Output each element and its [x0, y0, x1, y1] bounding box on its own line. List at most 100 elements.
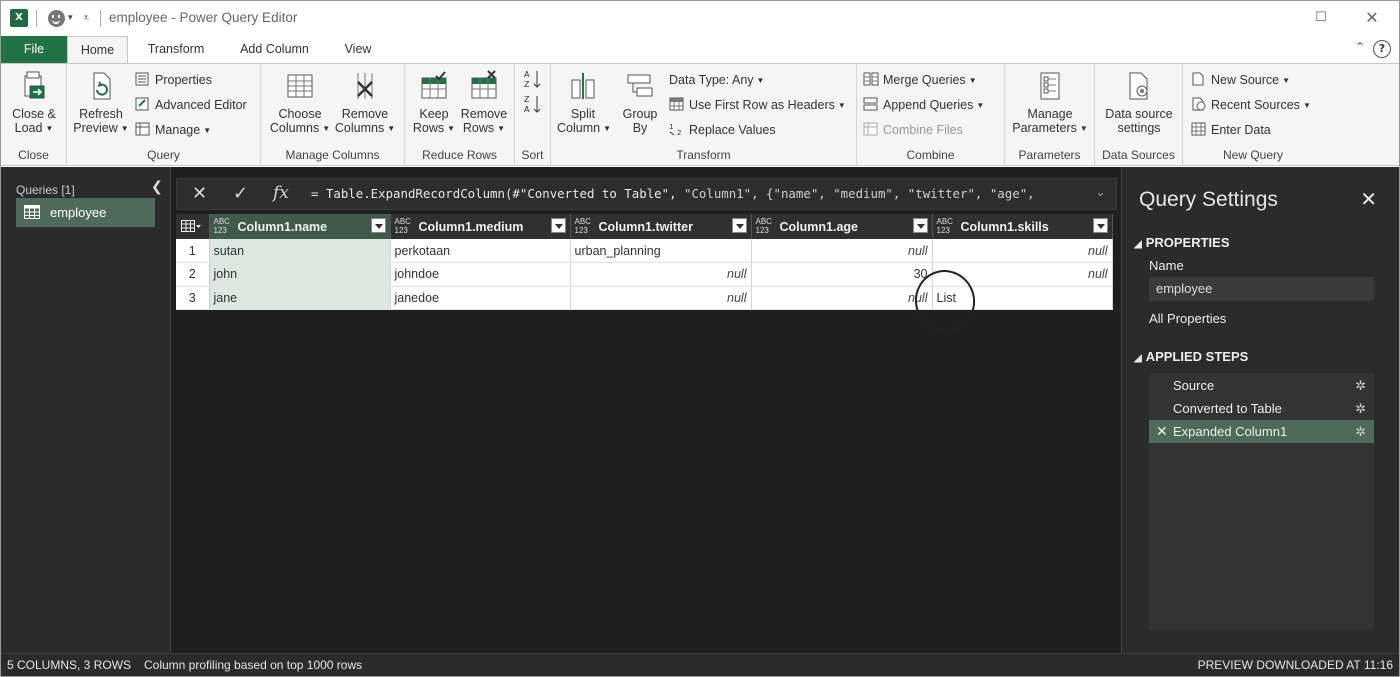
commit-formula-icon[interactable]: ✓ — [233, 183, 248, 204]
advanced-editor-button[interactable]: Advanced Editor — [135, 95, 247, 115]
delete-step-icon[interactable]: ✕ — [1156, 420, 1168, 443]
merge-queries-button[interactable]: Merge Queries ▼ — [863, 70, 977, 90]
table-cell[interactable]: johndoe — [390, 262, 571, 287]
remove-columns-button[interactable]: Remove Columns ▼ — [333, 70, 397, 136]
table-cell[interactable]: sutan — [209, 239, 391, 263]
group-label-combine: Combine — [906, 148, 955, 162]
new-source-button[interactable]: New Source ▼ — [1191, 70, 1290, 90]
query-name-input[interactable]: employee — [1149, 277, 1374, 301]
table-cell[interactable]: null — [751, 239, 933, 263]
row-number[interactable]: 1 — [176, 239, 210, 263]
enter-data-button[interactable]: Enter Data — [1191, 120, 1271, 140]
filter-dropdown-icon[interactable] — [912, 218, 928, 233]
close-load-button[interactable]: Close & Load ▼ — [7, 70, 61, 136]
fx-icon[interactable]: fx — [273, 183, 289, 203]
tab-home[interactable]: Home — [67, 36, 128, 64]
maximize-icon[interactable]: ☐ — [1309, 7, 1333, 29]
combine-files-button[interactable]: Combine Files — [863, 120, 963, 140]
close-window-icon[interactable]: ✕ — [1360, 7, 1384, 29]
step-expanded-column1[interactable]: ✕ Expanded Column1 ✲ — [1149, 420, 1374, 443]
table-cell[interactable]: null — [570, 286, 752, 310]
tab-file[interactable]: File — [1, 36, 67, 63]
cancel-formula-icon[interactable]: ✕ — [192, 183, 207, 204]
formula-input[interactable]: = Table.ExpandRecordColumn(#"Converted t… — [311, 186, 1035, 201]
table-cell[interactable]: janedoe — [390, 286, 571, 310]
svg-text:Z: Z — [524, 80, 530, 89]
filter-dropdown-icon[interactable] — [550, 218, 566, 233]
chevron-down-icon[interactable]: ▾ — [68, 13, 73, 23]
table-cell[interactable]: jane — [209, 286, 391, 310]
table-cell[interactable]: 30 — [751, 262, 933, 287]
table-menu-corner[interactable] — [176, 214, 210, 239]
filter-dropdown-icon[interactable] — [731, 218, 747, 233]
step-converted-to-table[interactable]: Converted to Table ✲ — [1149, 397, 1374, 420]
excel-icon[interactable]: X — [10, 9, 28, 27]
append-queries-button[interactable]: Append Queries ▼ — [863, 95, 984, 115]
table-cell[interactable]: john — [209, 262, 391, 287]
keep-rows-button[interactable]: Keep Rows ▼ — [411, 70, 457, 136]
table-cell[interactable]: null — [932, 239, 1113, 263]
gear-icon[interactable]: ✲ — [1355, 420, 1366, 443]
applied-steps-section-header[interactable]: ◢ APPLIED STEPS — [1134, 349, 1248, 364]
group-by-icon — [627, 74, 653, 97]
status-profiling[interactable]: Column profiling based on top 1000 rows — [144, 654, 362, 676]
table-cell[interactable]: urban_planning — [570, 239, 752, 263]
gear-icon[interactable]: ✲ — [1355, 374, 1366, 397]
remove-cols-label-2: Columns — [334, 121, 385, 135]
data-type-dropdown[interactable]: Data Type: Any ▼ — [669, 70, 764, 90]
filter-dropdown-icon[interactable] — [370, 218, 386, 233]
manage-button[interactable]: Manage ▼ — [135, 120, 211, 140]
column-header-medium[interactable]: ABC 123 Column1.medium — [390, 214, 571, 239]
table-cell[interactable]: null — [751, 286, 933, 310]
split-column-button[interactable]: Split Column ▼ — [557, 70, 611, 136]
expand-column-icon[interactable] — [1092, 218, 1108, 233]
table-cell[interactable]: perkotaan — [390, 239, 571, 263]
data-source-settings-button[interactable]: Data source settings — [1099, 70, 1179, 135]
column-header-label: Column1.name — [237, 220, 328, 234]
group-sort: AZ ZA Sort — [515, 64, 551, 165]
tab-transform[interactable]: Transform — [136, 36, 216, 63]
column-header-age[interactable]: ABC 123 Column1.age — [751, 214, 933, 239]
refresh-preview-button[interactable]: Refresh Preview ▼ — [72, 70, 130, 136]
replace-values-button[interactable]: 1 2 Replace Values — [669, 120, 776, 140]
column-header-twitter[interactable]: ABC 123 Column1.twitter — [570, 214, 752, 239]
properties-section-header[interactable]: ◢ PROPERTIES — [1134, 235, 1230, 250]
query-settings-pane: Query Settings ✕ ◢ PROPERTIES Name employ… — [1121, 167, 1399, 653]
gear-icon[interactable]: ✲ — [1355, 397, 1366, 420]
collapse-ribbon-icon[interactable]: ⌃ — [1355, 40, 1365, 54]
refresh-label: Refresh — [79, 107, 123, 121]
column-header-label: Column1.twitter — [598, 220, 693, 234]
replace-values-icon: 12 — [669, 123, 681, 136]
sort-ascending-button[interactable]: AZ — [524, 69, 542, 89]
group-by-button[interactable]: Group By — [617, 70, 663, 135]
step-source[interactable]: Source ✲ — [1149, 374, 1374, 397]
query-item-employee[interactable]: employee — [16, 198, 155, 227]
tab-view[interactable]: View — [333, 36, 383, 63]
recent-sources-button[interactable]: Recent Sources ▼ — [1191, 95, 1311, 115]
use-first-row-headers-button[interactable]: Use First Row as Headers ▼ — [669, 95, 846, 115]
quick-access-dropdown-icon[interactable]: ⩡ — [83, 11, 89, 25]
table-cell[interactable]: null — [570, 262, 752, 287]
close-settings-icon[interactable]: ✕ — [1360, 187, 1377, 211]
feedback-smiley-icon[interactable] — [48, 10, 65, 27]
tab-add-column[interactable]: Add Column — [227, 36, 322, 63]
choose-columns-button[interactable]: Choose Columns ▼ — [269, 70, 331, 136]
properties-button[interactable]: Properties — [135, 70, 212, 90]
separator — [100, 10, 101, 27]
table-menu-icon — [181, 220, 201, 232]
expand-formula-icon[interactable]: ⌄ — [1095, 185, 1106, 200]
manage-parameters-button[interactable]: Manage Parameters ▼ — [1010, 70, 1090, 136]
collapse-queries-icon[interactable]: ❮ — [151, 179, 163, 195]
sort-descending-button[interactable]: ZA — [524, 94, 542, 114]
all-properties-link[interactable]: All Properties — [1149, 311, 1226, 326]
column-header-skills[interactable]: ABC 123 Column1.skills — [932, 214, 1113, 239]
column-header-name[interactable]: ABC 123 Column1.name — [209, 214, 391, 239]
remove-rows-button[interactable]: Remove Rows ▼ — [459, 70, 509, 136]
row-number[interactable]: 3 — [176, 286, 210, 310]
sort-ascending-icon: AZ — [524, 70, 541, 89]
help-icon[interactable]: ? — [1373, 40, 1391, 58]
refresh-label-2: Preview — [73, 121, 118, 135]
row-number[interactable]: 2 — [176, 262, 210, 287]
close-load-icon — [24, 71, 45, 99]
group-label-reduce-rows: Reduce Rows — [422, 148, 497, 162]
